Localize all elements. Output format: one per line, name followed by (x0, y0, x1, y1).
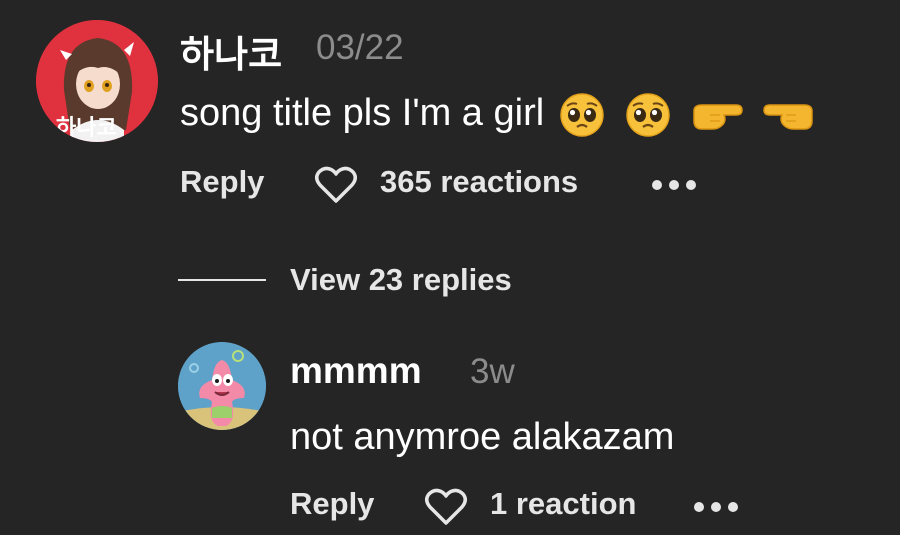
avatar-hanako[interactable]: 하나코 (36, 20, 158, 142)
pointing-right-emoji-icon (693, 104, 743, 130)
reaction-count[interactable]: 1 reaction (490, 486, 636, 522)
heart-outline-icon[interactable] (424, 487, 468, 527)
comment-text: song title pls I'm a girl (180, 92, 816, 138)
more-dots-icon[interactable] (692, 500, 740, 514)
comment-2: mmmm 3w not anymroe alakazam Reply 1 rea… (0, 330, 900, 535)
more-dots-icon[interactable] (650, 178, 698, 192)
view-replies-toggle[interactable]: View 23 replies (178, 258, 598, 302)
comment-actions: Reply 365 reactions (180, 160, 740, 204)
replies-divider-line (178, 279, 266, 281)
avatar-mmmm[interactable] (178, 342, 266, 430)
comment-text: not anymroe alakazam (290, 416, 675, 458)
comment-text-content: song title pls I'm a girl (180, 92, 545, 135)
avatar-starfish-character-image (178, 342, 266, 430)
reply-button[interactable]: Reply (290, 486, 374, 522)
comment-username[interactable]: 하나코 (180, 24, 282, 78)
comment-timestamp: 3w (470, 352, 515, 391)
reaction-count[interactable]: 365 reactions (380, 164, 578, 200)
avatar-lettering: 하나코 (56, 116, 117, 141)
pointing-left-emoji-icon (763, 104, 814, 130)
pleading-face-emoji-icon (626, 93, 671, 137)
comment-username[interactable]: mmmm (290, 350, 422, 392)
comment-timestamp: 03/22 (316, 28, 404, 67)
comment-1: 하나코 하나코 03/22 song title pls I'm a girl (0, 0, 900, 230)
pleading-face-emoji-icon (560, 93, 604, 137)
view-replies-label[interactable]: View 23 replies (290, 262, 512, 298)
comment-actions: Reply 1 reaction (290, 482, 760, 526)
heart-outline-icon[interactable] (314, 165, 358, 205)
reply-button[interactable]: Reply (180, 164, 264, 200)
